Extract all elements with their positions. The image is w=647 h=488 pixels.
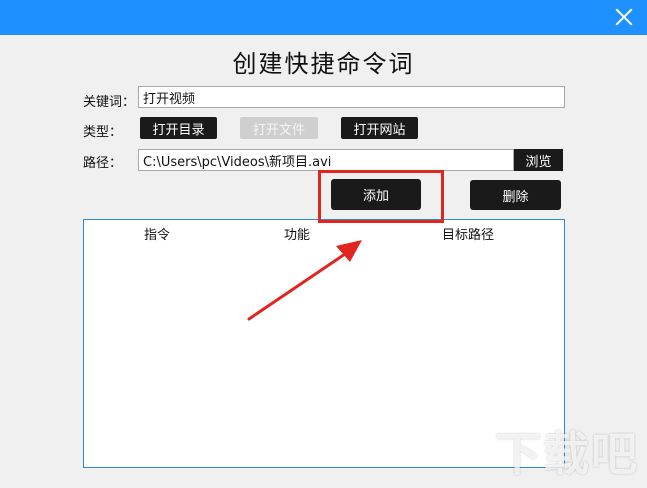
annotation-arrow xyxy=(247,240,362,321)
watermark-logo: 下载吧 xyxy=(495,427,639,481)
